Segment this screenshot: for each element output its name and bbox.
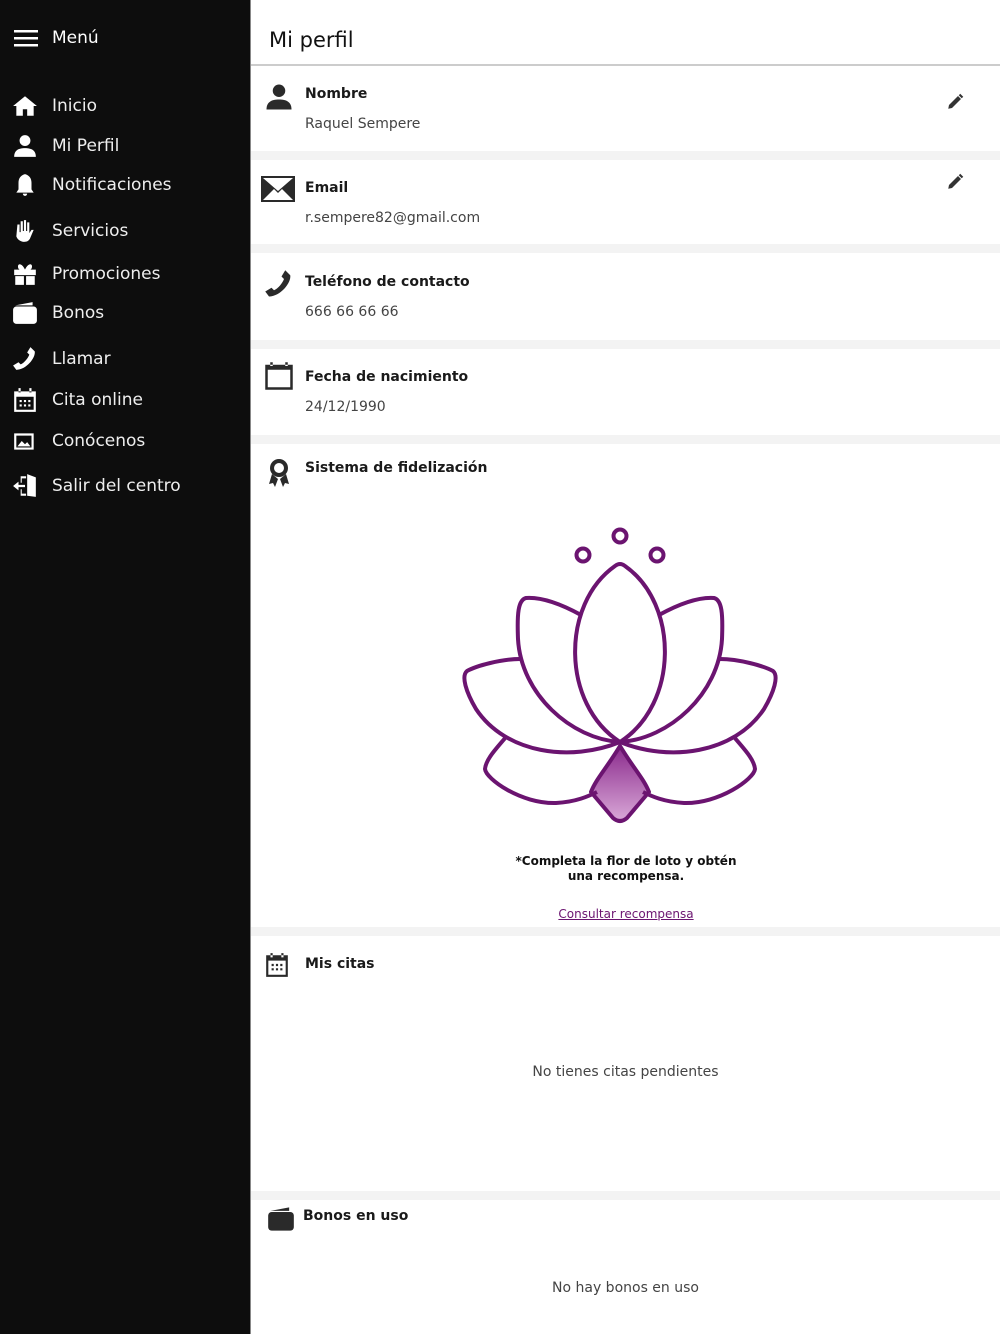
sidebar-item-label: Bonos: [52, 303, 105, 323]
sidebar-item-label: Servicios: [52, 221, 129, 241]
hand-icon: [16, 220, 34, 242]
birthdate-label: Fecha de nacimiento: [305, 369, 469, 385]
sidebar-item-bonos[interactable]: Bonos: [12, 300, 104, 326]
email-label: Email: [305, 180, 349, 196]
home-icon: [13, 96, 37, 116]
lotus-petal: [589, 744, 651, 823]
birthdate-value: 24/12/1990: [305, 399, 386, 415]
hamburger-icon: [14, 30, 38, 47]
sidebar-item-label: Inicio: [52, 96, 97, 116]
menu-toggle[interactable]: Menú: [14, 28, 99, 48]
calendar-icon: [14, 388, 36, 412]
sidebar-item-conocenos[interactable]: Conócenos: [12, 428, 145, 454]
lotus-petal: [483, 735, 598, 806]
wallet-icon: [268, 1207, 294, 1231]
bell-icon: [16, 174, 34, 196]
sidebar-item-promociones[interactable]: Promociones: [12, 261, 161, 287]
name-label: Nombre: [305, 86, 368, 102]
sidebar-item-label: Llamar: [52, 349, 111, 369]
phone-field: Teléfono de contacto 666 66 66 66: [251, 253, 1000, 340]
name-value: Raquel Sempere: [305, 116, 421, 132]
user-icon: [14, 135, 36, 157]
lotus-dot: [611, 527, 629, 545]
sidebar-item-servicios[interactable]: Servicios: [12, 218, 128, 244]
consult-reward-link[interactable]: Consultar recompensa: [506, 907, 746, 921]
lotus-petal: [619, 595, 725, 744]
images-icon: [14, 433, 34, 450]
lotus-dot: [574, 546, 592, 564]
page-title: Mi perfil: [251, 0, 1000, 66]
gift-icon: [14, 264, 36, 285]
divider: [251, 340, 1000, 349]
main-content: Mi perfil Nombre Raquel Sempere Email r.…: [250, 0, 1000, 1334]
sidebar-item-cita-online[interactable]: Cita online: [12, 387, 143, 413]
email-value: r.sempere82@gmail.com: [305, 210, 481, 226]
sidebar-item-salir[interactable]: Salir del centro: [12, 473, 181, 499]
edit-name-pencil-icon[interactable]: [946, 93, 964, 111]
exit-icon: [13, 474, 36, 497]
divider: [251, 1191, 1000, 1200]
sidebar-item-label: Promociones: [52, 264, 161, 284]
appointments-label: Mis citas: [305, 956, 375, 972]
loyalty-section: Sistema de fidelización *Completa la flo…: [251, 444, 1000, 927]
lotus-petal: [642, 735, 757, 806]
divider: [251, 927, 1000, 936]
appointments-empty: No tienes citas pendientes: [532, 1064, 719, 1080]
sidebar-item-llamar[interactable]: Llamar: [12, 346, 111, 372]
divider: [251, 435, 1000, 444]
user-icon: [266, 84, 292, 110]
sidebar: Menú Inicio Mi Perfil Notificaciones Ser…: [0, 0, 250, 1334]
loyalty-note: *Completa la flor de loto y obtén una re…: [515, 854, 737, 883]
sidebar-item-label: Salir del centro: [52, 476, 181, 496]
calendar-icon: [265, 362, 293, 390]
divider: [251, 151, 1000, 160]
sidebar-item-label: Mi Perfil: [52, 136, 120, 156]
lotus-petal: [515, 595, 621, 744]
phone-label: Teléfono de contacto: [305, 274, 470, 290]
lotus-dot: [648, 546, 666, 564]
divider: [251, 244, 1000, 253]
sidebar-item-label: Conócenos: [52, 431, 146, 451]
birthdate-field: Fecha de nacimiento 24/12/1990: [251, 349, 1000, 435]
phone-value: 666 66 66 66: [305, 304, 399, 320]
envelope-icon: [261, 176, 295, 202]
sidebar-item-notificaciones[interactable]: Notificaciones: [12, 172, 172, 198]
wallet-icon: [13, 302, 37, 324]
phone-icon: [265, 270, 291, 297]
sidebar-item-mi-perfil[interactable]: Mi Perfil: [12, 133, 119, 159]
vouchers-label: Bonos en uso: [303, 1208, 409, 1224]
email-field: Email r.sempere82@gmail.com: [251, 160, 1000, 244]
lotus-petal: [573, 562, 667, 744]
menu-title: Menú: [52, 28, 99, 48]
award-ribbon-icon: [269, 459, 289, 487]
phone-icon: [13, 347, 35, 370]
sidebar-item-label: Cita online: [52, 390, 143, 410]
loyalty-label: Sistema de fidelización: [305, 460, 488, 476]
sidebar-item-label: Notificaciones: [52, 175, 172, 195]
vouchers-section: Bonos en uso No hay bonos en uso: [251, 1200, 1000, 1337]
edit-email-pencil-icon[interactable]: [946, 173, 964, 191]
name-field: Nombre Raquel Sempere: [251, 66, 1000, 151]
vouchers-empty: No hay bonos en uso: [552, 1280, 699, 1296]
lotus-flower-progress: [462, 527, 778, 823]
appointments-section: Mis citas No tienes citas pendientes: [251, 936, 1000, 1191]
calendar-icon: [266, 953, 288, 977]
sidebar-item-inicio[interactable]: Inicio: [12, 93, 97, 119]
